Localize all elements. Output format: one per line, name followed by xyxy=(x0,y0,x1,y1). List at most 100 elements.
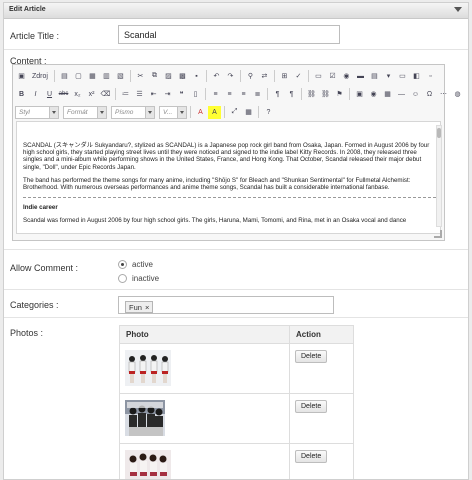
resize-handle-icon[interactable] xyxy=(434,230,442,238)
ltr-icon[interactable]: ¶ xyxy=(271,88,284,101)
table-icon[interactable]: ▦ xyxy=(381,88,394,101)
scrollbar-thumb[interactable] xyxy=(437,128,441,138)
style-select[interactable]: Styl xyxy=(15,105,59,119)
cut-icon[interactable]: ✂ xyxy=(134,70,147,83)
horizontal-rule-icon[interactable]: ― xyxy=(395,88,408,101)
style-select-label: Styl xyxy=(19,108,30,116)
paste-icon[interactable]: ▨ xyxy=(162,70,175,83)
size-select[interactable]: V... xyxy=(159,105,187,119)
radio-icon[interactable]: ◉ xyxy=(340,70,353,83)
image-icon[interactable]: ▣ xyxy=(353,88,366,101)
table-row: Delete xyxy=(119,343,354,394)
article-title-label: Article Title : xyxy=(10,31,60,41)
textarea-icon[interactable]: ▤ xyxy=(368,70,381,83)
hidden-field-icon[interactable]: ▫ xyxy=(424,70,437,83)
button-field-icon[interactable]: ▭ xyxy=(396,70,409,83)
table-header-row: Photo Action xyxy=(119,325,354,344)
new-page-icon[interactable]: ▢ xyxy=(72,70,85,83)
text-color-icon[interactable]: A xyxy=(194,106,207,119)
delete-button[interactable]: Delete xyxy=(295,400,328,413)
save-icon[interactable]: ▤ xyxy=(58,70,71,83)
table-row: Delete xyxy=(119,393,354,444)
textfield-icon[interactable]: ▬ xyxy=(354,70,367,83)
redo-icon[interactable]: ↷ xyxy=(224,70,237,83)
paste-word-icon[interactable]: ▪ xyxy=(190,70,203,83)
select-field-icon[interactable]: ▾ xyxy=(382,70,395,83)
select-all-icon[interactable]: ⊞ xyxy=(278,70,291,83)
collapse-arrow-icon[interactable] xyxy=(454,7,462,12)
format-select[interactable]: Formát xyxy=(63,105,107,119)
unlink-icon[interactable]: ⛓ xyxy=(319,88,332,101)
undo-icon[interactable]: ↶ xyxy=(210,70,223,83)
blockquote-icon[interactable]: ❝ xyxy=(175,88,188,101)
templates-icon[interactable]: ▧ xyxy=(114,70,127,83)
photo-thumbnail[interactable] xyxy=(125,450,171,479)
photo-thumbnail[interactable] xyxy=(125,400,165,436)
iframe-icon[interactable]: ◍ xyxy=(451,88,464,101)
help-icon[interactable]: ? xyxy=(262,106,275,119)
page-break-icon[interactable]: ⋯ xyxy=(437,88,450,101)
photo-thumbnail[interactable] xyxy=(125,350,171,386)
numbered-list-icon[interactable]: ≔ xyxy=(119,88,132,101)
align-right-icon[interactable]: ≡ xyxy=(237,88,250,101)
image-button-icon[interactable]: ◧ xyxy=(410,70,423,83)
form-icon[interactable]: ▭ xyxy=(312,70,325,83)
editor-scrollbar[interactable] xyxy=(436,125,442,227)
editor-toolbar-row-2: B I U abc x₂ x² ⌫ ≔ ☰ ⇤ ⇥ ❝ ▯ ≡ ≡ ≡ ≣ ¶ … xyxy=(15,86,464,102)
delete-button[interactable]: Delete xyxy=(295,350,328,363)
subscript-button[interactable]: x₂ xyxy=(71,88,84,101)
radio-active[interactable] xyxy=(118,260,127,269)
link-icon[interactable]: ⛓ xyxy=(305,88,318,101)
smiley-icon[interactable]: ☺ xyxy=(409,88,422,101)
maximize-icon[interactable]: ⤢ xyxy=(228,106,241,119)
rich-text-editor: ▣ Zdroj ▤ ▢ ▦ ▥ ▧ ✂ ⧉ ▨ ▩ ▪ ↶ ↷ ⚲ ⇄ ⊞ ✓ … xyxy=(12,64,461,241)
strike-button[interactable]: abc xyxy=(57,88,70,101)
editor-content-area[interactable]: SCANDAL (スキャンダル Sukyandaru?, stylized as… xyxy=(16,121,441,234)
outdent-icon[interactable]: ⇤ xyxy=(147,88,160,101)
source-button[interactable]: Zdroj xyxy=(29,70,51,83)
photo-cell xyxy=(119,393,290,444)
font-select[interactable]: Písmo xyxy=(111,105,155,119)
preview-icon[interactable]: ▦ xyxy=(86,70,99,83)
remove-format-icon[interactable]: ⌫ xyxy=(99,88,112,101)
special-char-icon[interactable]: Ω xyxy=(423,88,436,101)
radio-inactive[interactable] xyxy=(118,274,127,283)
print-icon[interactable]: ▥ xyxy=(100,70,113,83)
justify-icon[interactable]: ≣ xyxy=(251,88,264,101)
replace-icon[interactable]: ⇄ xyxy=(258,70,271,83)
article-title-row: Article Title : Scandal xyxy=(4,20,468,50)
div-container-icon[interactable]: ▯ xyxy=(189,88,202,101)
align-left-icon[interactable]: ≡ xyxy=(209,88,222,101)
superscript-button[interactable]: x² xyxy=(85,88,98,101)
edit-article-panel: Edit Article Article Title : Scandal Con… xyxy=(3,2,469,480)
bg-color-icon[interactable]: A xyxy=(208,105,221,119)
italic-button[interactable]: I xyxy=(29,88,42,101)
underline-button[interactable]: U xyxy=(43,88,56,101)
remove-tag-icon[interactable]: × xyxy=(145,303,149,312)
rtl-icon[interactable]: ¶ xyxy=(285,88,298,101)
photos-label: Photos : xyxy=(10,328,44,338)
checkbox-icon[interactable]: ☑ xyxy=(326,70,339,83)
group-photo-icon xyxy=(125,400,165,436)
chevron-down-icon xyxy=(97,106,106,118)
bulleted-list-icon[interactable]: ☰ xyxy=(133,88,146,101)
source-icon[interactable]: ▣ xyxy=(15,70,28,83)
font-select-label: Písmo xyxy=(115,108,134,116)
content-paragraph: Scandal was formed in August 2006 by fou… xyxy=(23,217,407,225)
copy-icon[interactable]: ⧉ xyxy=(148,70,161,83)
article-title-input[interactable]: Scandal xyxy=(118,25,340,44)
indent-icon[interactable]: ⇥ xyxy=(161,88,174,101)
category-tag-label: Fun xyxy=(129,302,142,312)
chevron-down-icon xyxy=(145,106,154,118)
align-center-icon[interactable]: ≡ xyxy=(223,88,236,101)
find-icon[interactable]: ⚲ xyxy=(244,70,257,83)
spellcheck-icon[interactable]: ✓ xyxy=(292,70,305,83)
delete-button[interactable]: Delete xyxy=(295,450,328,463)
radio-active-label: active xyxy=(132,260,153,269)
photo-column-header: Photo xyxy=(119,325,290,344)
flash-icon[interactable]: ◉ xyxy=(367,88,380,101)
anchor-icon[interactable]: ⚑ xyxy=(333,88,346,101)
bold-button[interactable]: B xyxy=(15,88,28,101)
show-blocks-icon[interactable]: ▦ xyxy=(242,106,255,119)
paste-text-icon[interactable]: ▩ xyxy=(176,70,189,83)
